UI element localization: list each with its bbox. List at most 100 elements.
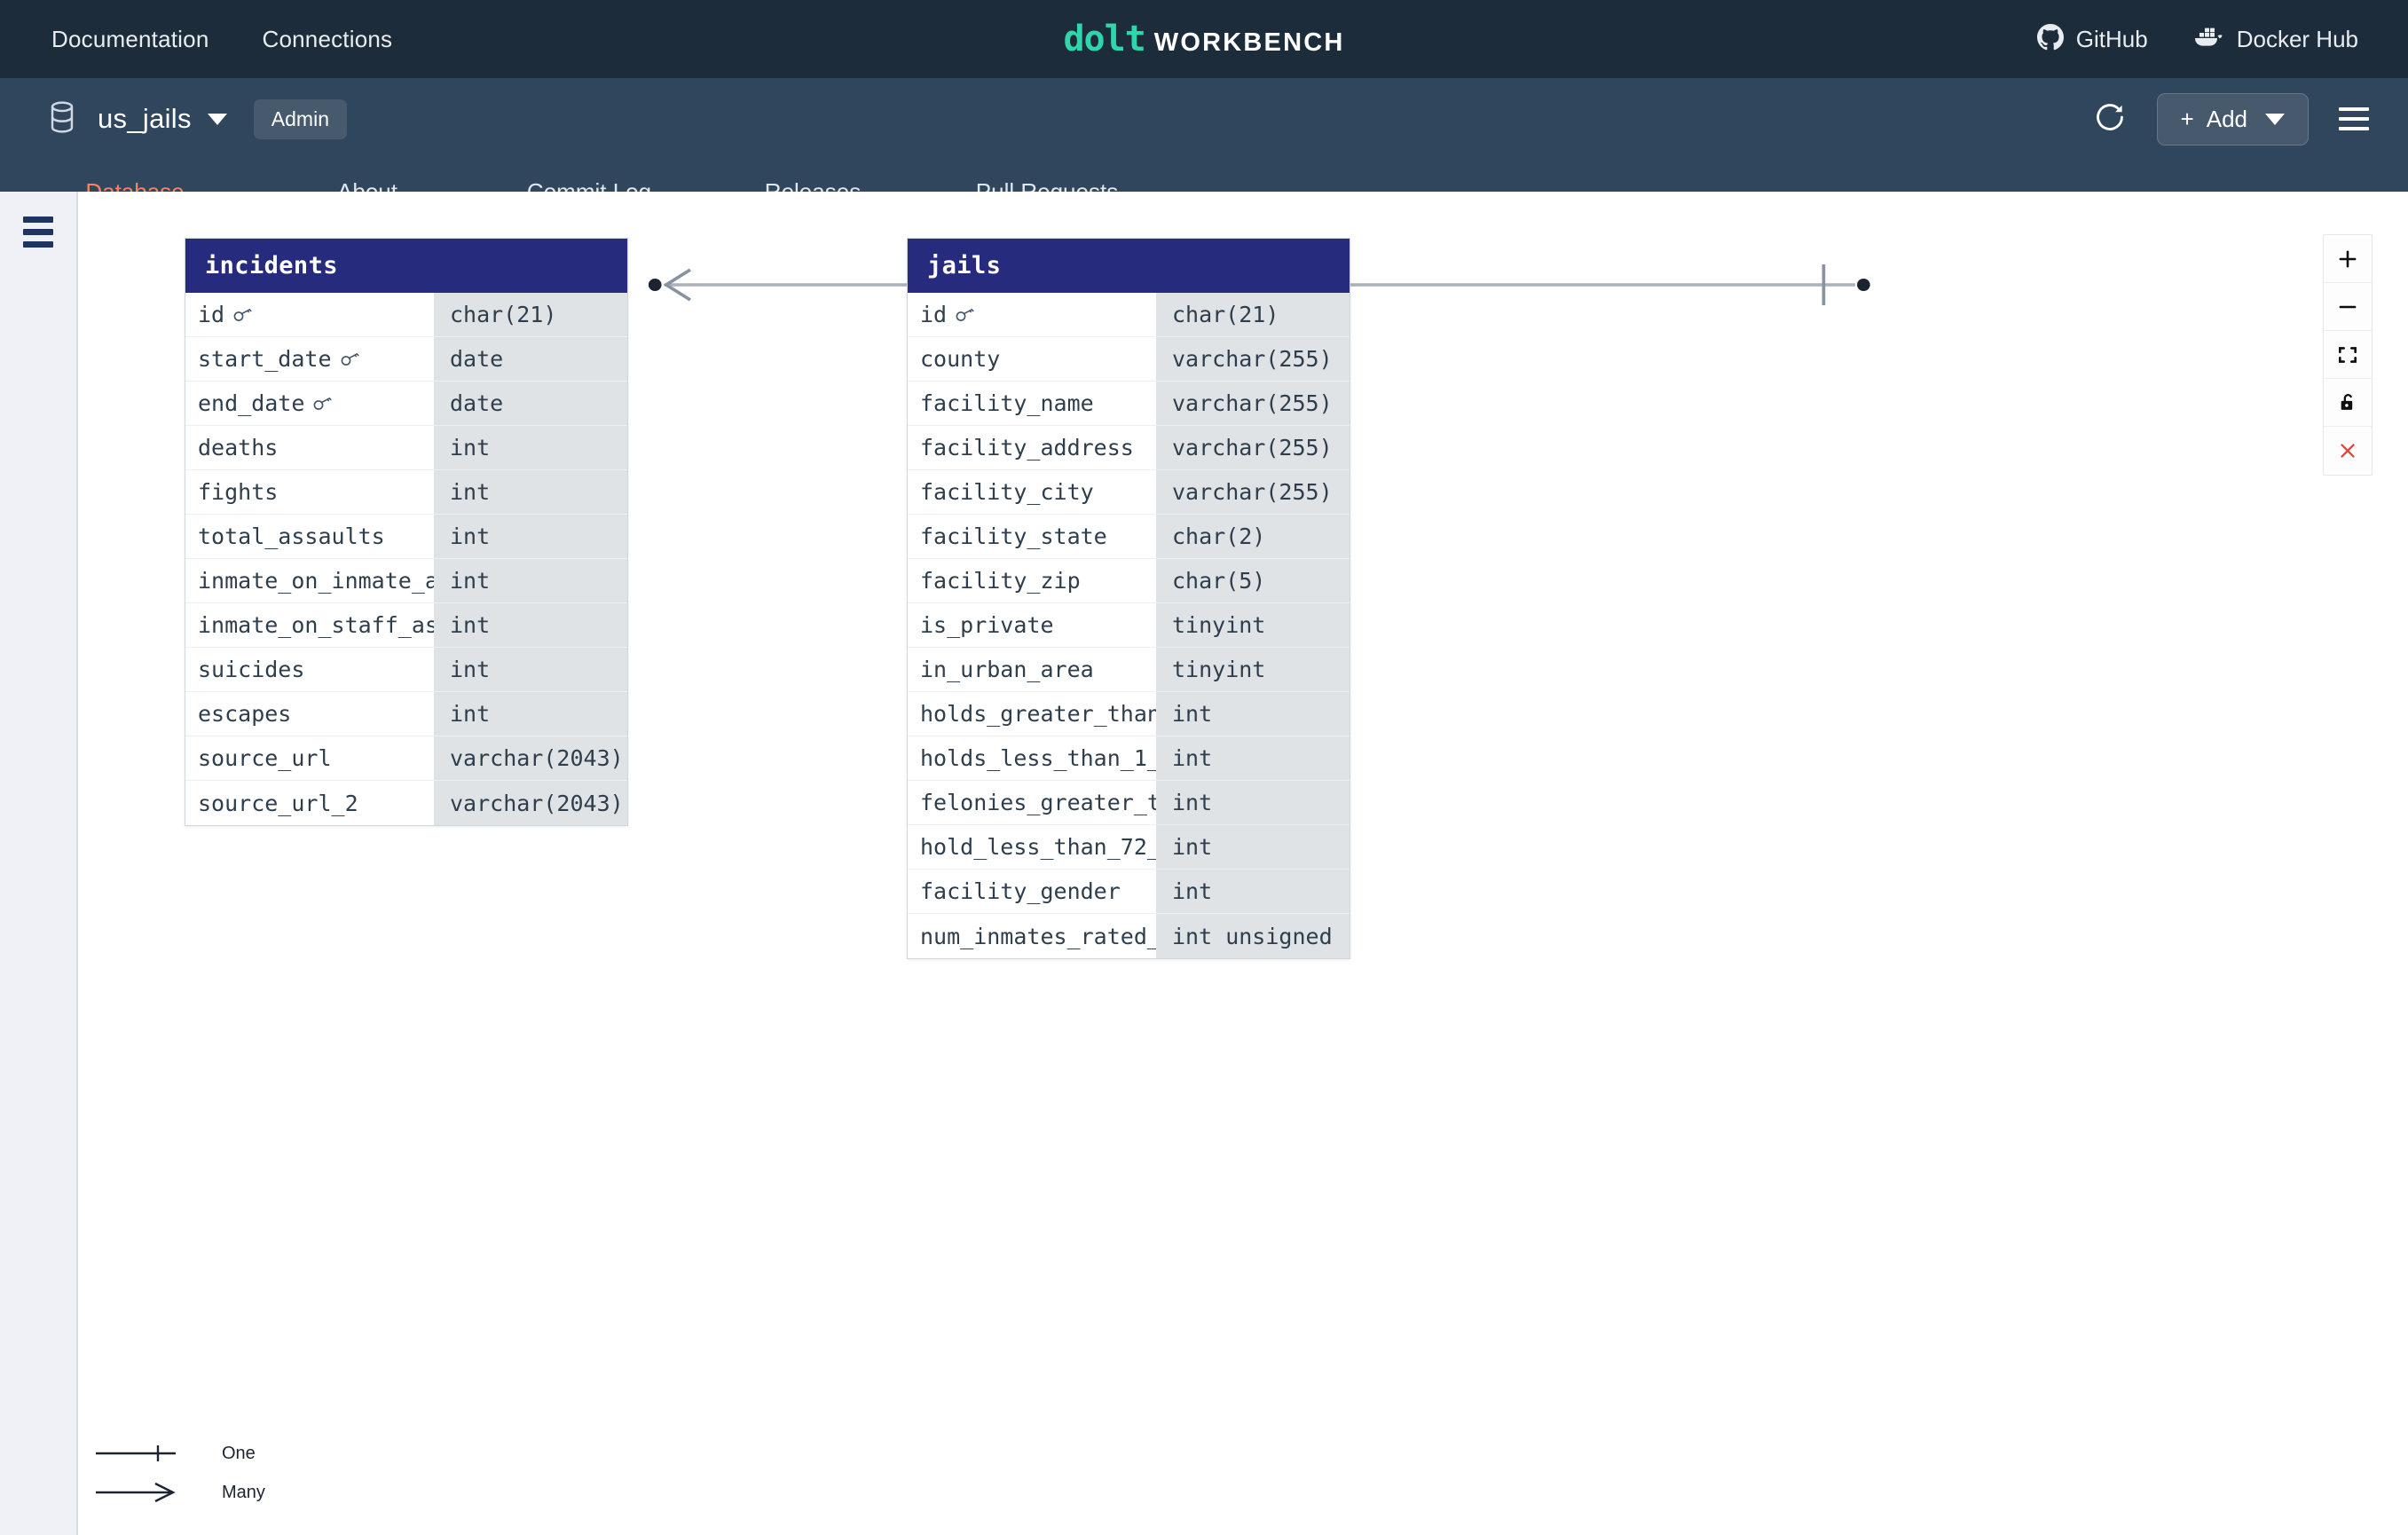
brand-workbench-word: WORKBENCH bbox=[1153, 28, 1345, 57]
er-column-row[interactable]: hold_less_than_72_hours bbox=[908, 825, 1156, 870]
add-button[interactable]: + Add bbox=[2156, 92, 2309, 146]
er-column-row[interactable]: facility_zip bbox=[908, 559, 1156, 603]
many-notation-icon bbox=[96, 1482, 176, 1503]
er-column-type: int bbox=[434, 515, 627, 559]
er-column-row[interactable]: facility_city bbox=[908, 470, 1156, 515]
er-column-type: int bbox=[434, 470, 627, 515]
er-column-row[interactable]: county bbox=[908, 337, 1156, 382]
add-chevron-down-icon[interactable] bbox=[2265, 113, 2285, 125]
menu-icon[interactable] bbox=[2339, 107, 2369, 130]
admin-badge[interactable]: Admin bbox=[253, 98, 347, 139]
delete-button[interactable] bbox=[2324, 427, 2372, 475]
er-column-row[interactable]: felonies_greater_than_1… bbox=[908, 781, 1156, 825]
database-name[interactable]: us_jails bbox=[98, 103, 192, 135]
er-column-type: varchar(255) bbox=[1156, 426, 1350, 470]
topbar-nav-links: Documentation Connections bbox=[0, 26, 392, 53]
er-column-row[interactable]: facility_address bbox=[908, 426, 1156, 470]
zoom-out-button[interactable] bbox=[2324, 283, 2372, 331]
er-column-row[interactable]: id bbox=[185, 293, 434, 337]
docker-hub-label: Docker Hub bbox=[2236, 25, 2358, 52]
topbar-external-links: GitHub Docker Hub bbox=[2036, 23, 2408, 55]
er-column-row[interactable]: facility_gender bbox=[908, 870, 1156, 914]
er-column-row[interactable]: in_urban_area bbox=[908, 648, 1156, 692]
er-column-type: varchar(255) bbox=[1156, 470, 1350, 515]
zoom-in-button[interactable] bbox=[2324, 235, 2372, 283]
er-column-row[interactable]: is_private bbox=[908, 603, 1156, 648]
er-column-row[interactable]: num_inmates_rated_for bbox=[908, 914, 1156, 958]
legend-row-one: One bbox=[89, 1434, 265, 1473]
er-column-type: int bbox=[434, 559, 627, 603]
database-icon bbox=[46, 100, 78, 138]
database-header-row: us_jails Admin + Add bbox=[0, 78, 2408, 160]
er-column-types: char(21) varchar(255) varchar(255) varch… bbox=[1156, 293, 1350, 958]
er-column-type: char(21) bbox=[434, 293, 627, 337]
primary-key-icon bbox=[233, 308, 253, 321]
er-column-row[interactable]: total_assaults bbox=[185, 515, 434, 559]
er-column-row[interactable]: source_url bbox=[185, 736, 434, 781]
er-column-type: int bbox=[434, 603, 627, 648]
er-column-names: id county facility_name facility_address… bbox=[908, 293, 1156, 958]
er-column-type: char(5) bbox=[1156, 559, 1350, 603]
er-table-jails[interactable]: jails id county facility_name facility_a… bbox=[907, 238, 1350, 959]
er-column-row[interactable]: end_date bbox=[185, 382, 434, 426]
er-column-row[interactable]: inmate_on_staff_assault… bbox=[185, 603, 434, 648]
er-column-type: int bbox=[1156, 870, 1350, 914]
fit-view-button[interactable] bbox=[2324, 331, 2372, 379]
er-column-type: tinyint bbox=[1156, 603, 1350, 648]
docker-icon bbox=[2194, 25, 2224, 54]
er-column-name: end_date bbox=[198, 390, 305, 416]
github-icon bbox=[2036, 23, 2064, 55]
er-column-row[interactable]: facility_state bbox=[908, 515, 1156, 559]
er-column-row[interactable]: start_date bbox=[185, 337, 434, 382]
github-label: GitHub bbox=[2075, 25, 2148, 52]
er-column-type: int unsigned bbox=[1172, 923, 1333, 949]
diagram-legend: One Many bbox=[89, 1434, 265, 1512]
diagram-controls bbox=[2323, 234, 2373, 476]
er-column-type: int bbox=[1156, 825, 1350, 870]
database-header: us_jails Admin + Add Database bbox=[0, 78, 2408, 222]
app-root: Documentation Connections dolt WORKBENCH… bbox=[0, 0, 2408, 1535]
er-column-row[interactable]: fights bbox=[185, 470, 434, 515]
close-icon bbox=[2341, 444, 2355, 458]
er-column-row[interactable]: holds_greater_than_72_h… bbox=[908, 692, 1156, 736]
er-column-type: date bbox=[434, 337, 627, 382]
er-table-title: jails bbox=[908, 239, 1350, 293]
primary-key-icon bbox=[956, 308, 975, 321]
er-column-row[interactable]: holds_less_than_1_yr bbox=[908, 736, 1156, 781]
er-column-row[interactable]: source_url_2 bbox=[185, 781, 434, 825]
er-column-type: char(2) bbox=[1156, 515, 1350, 559]
er-column-row[interactable]: suicides bbox=[185, 648, 434, 692]
er-column-type: varchar(255) bbox=[1156, 382, 1350, 426]
er-column-row[interactable]: escapes bbox=[185, 692, 434, 736]
fit-view-icon bbox=[2339, 346, 2357, 363]
refresh-icon[interactable] bbox=[2093, 100, 2127, 138]
docker-hub-link[interactable]: Docker Hub bbox=[2194, 25, 2358, 54]
er-column-row[interactable]: deaths bbox=[185, 426, 434, 470]
lock-button[interactable] bbox=[2324, 379, 2372, 427]
er-column-row[interactable]: inmate_on_inmate_assaul… bbox=[185, 559, 434, 603]
er-diagram-canvas[interactable]: id incidents id start_date end_date deat… bbox=[78, 192, 2408, 1535]
er-column-type: int bbox=[1156, 781, 1350, 825]
legend-label-many: Many bbox=[222, 1482, 265, 1502]
github-link[interactable]: GitHub bbox=[2036, 23, 2148, 55]
sidebar-toggle-icon[interactable] bbox=[23, 216, 53, 248]
er-column-type: int bbox=[434, 648, 627, 692]
chevron-down-icon[interactable] bbox=[207, 113, 227, 125]
er-column-type: varchar(2043) bbox=[434, 736, 627, 781]
workspace: id incidents id start_date end_date deat… bbox=[0, 192, 2408, 1535]
er-column-name: id bbox=[198, 302, 225, 327]
brand-dolt-mark: dolt bbox=[1063, 19, 1145, 59]
er-column-type: int bbox=[434, 426, 627, 470]
legend-label-one: One bbox=[222, 1443, 256, 1463]
plus-icon bbox=[2339, 250, 2357, 267]
er-column-row[interactable]: id bbox=[908, 293, 1156, 337]
er-column-type: int bbox=[1156, 736, 1350, 781]
global-topbar: Documentation Connections dolt WORKBENCH… bbox=[0, 0, 2408, 78]
er-column-row[interactable]: facility_name bbox=[908, 382, 1156, 426]
documentation-link[interactable]: Documentation bbox=[51, 26, 209, 53]
er-table-incidents[interactable]: incidents id start_date end_date deaths … bbox=[185, 238, 628, 826]
er-table-title: incidents bbox=[185, 239, 627, 293]
brand-logo[interactable]: dolt WORKBENCH bbox=[1063, 19, 1344, 59]
er-column-type: varchar(2043) bbox=[450, 790, 624, 816]
connections-link[interactable]: Connections bbox=[262, 26, 392, 53]
